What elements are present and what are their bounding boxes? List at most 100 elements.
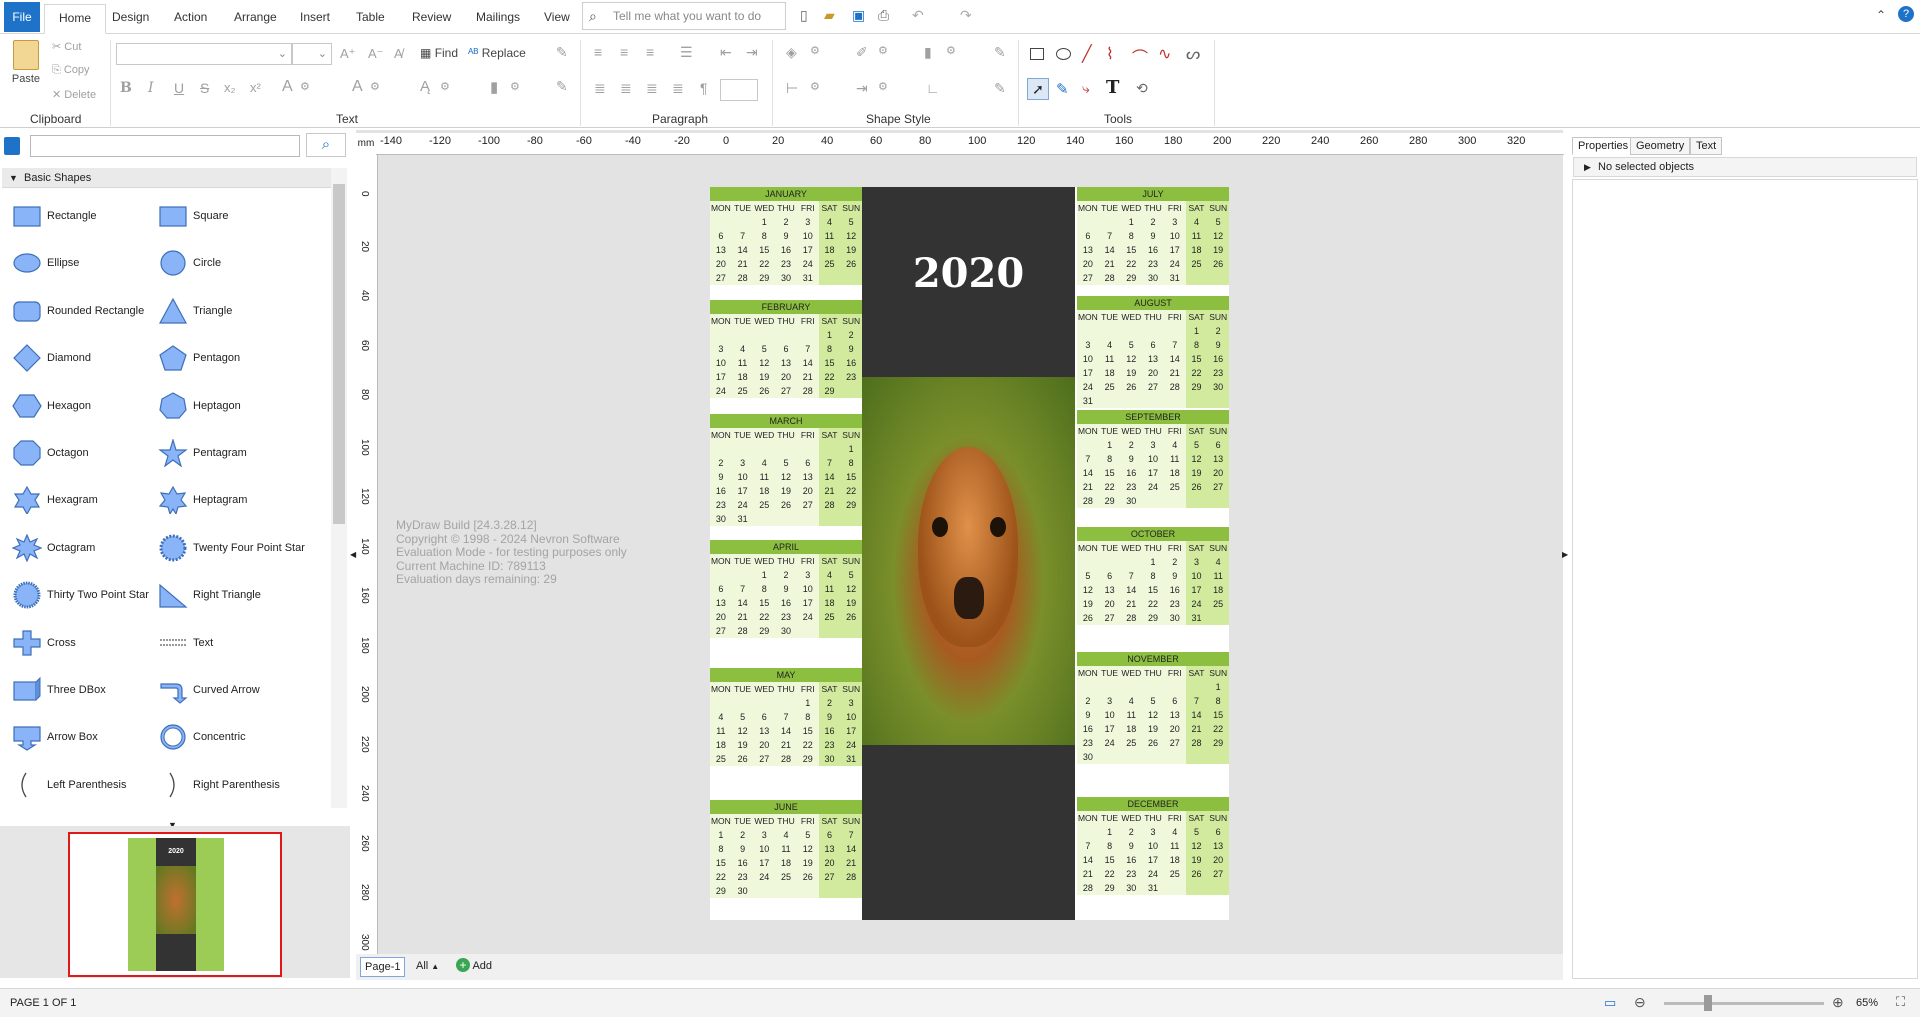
gear-icon[interactable]: ⚙ [878,44,888,57]
library-search-input[interactable] [30,135,300,157]
save-icon[interactable]: ▣ [852,7,865,24]
library-shape[interactable]: Heptagon [148,384,288,428]
tab-geometry[interactable]: Geometry [1630,137,1691,155]
font-color-icon[interactable]: A [282,78,293,96]
page-thumbnail[interactable]: 2020 [68,832,282,977]
cut-button[interactable]: ✂ Cut [52,40,81,53]
library-shape[interactable]: Thirty Two Point Star [2,573,149,617]
library-shape[interactable]: Octagon [2,431,142,475]
library-shape[interactable]: Hexagon [2,384,142,428]
corner-icon[interactable]: ∟ [926,80,940,96]
pointer-tool-icon[interactable]: ➚ [1027,78,1049,100]
font-family-select[interactable]: ⌄ [116,43,292,65]
subscript-icon[interactable]: x₂ [224,80,236,95]
tell-me-search[interactable]: ⌕ Tell me what you want to do [582,2,786,30]
tab-text[interactable]: Text [1690,137,1723,155]
fullscreen-icon[interactable]: ⛶ [1896,994,1905,1010]
zoom-in-icon[interactable]: ⊕ [1832,994,1844,1011]
begin-arrow-icon[interactable]: ⊢ [786,80,798,97]
new-document-icon[interactable]: ▯ [800,7,808,24]
gear-icon[interactable]: ⚙ [300,80,310,93]
open-folder-icon[interactable]: ▰ [824,7,835,24]
library-shape[interactable]: Square [148,194,288,238]
rectangle-tool-icon[interactable] [1030,48,1044,60]
replace-button[interactable]: ᴬᴮ Replace [468,46,526,60]
collapse-left-icon[interactable]: ◀ [350,550,356,559]
font-size-select[interactable]: ⌄ [292,43,332,65]
zoom-slider[interactable] [1664,1002,1824,1005]
text-style-icon[interactable]: ✎ [556,78,568,95]
library-shape[interactable]: Hexagram [2,478,142,522]
ellipse-tool-icon[interactable] [1056,48,1071,60]
library-shape[interactable]: Heptagram [148,478,288,522]
bold-icon[interactable]: B [120,80,132,96]
add-page-button[interactable]: + Add [456,957,492,977]
paragraph-icon[interactable]: ¶ [700,80,708,96]
increase-indent-icon[interactable]: ⇥ [746,44,758,61]
gear-icon[interactable]: ⚙ [370,80,380,93]
text-shadow-icon[interactable]: ▮ [490,78,498,96]
align-middle-icon[interactable]: ≡ [620,44,628,60]
align-right-icon[interactable]: ≣ [646,80,658,97]
tab-mailings[interactable]: Mailings [462,4,534,34]
fill-icon[interactable]: ◈ [786,44,797,61]
tab-action[interactable]: Action [160,4,221,34]
line-tool-icon[interactable]: ╱ [1082,44,1092,64]
line-spacing-select[interactable] [720,79,758,101]
tab-home[interactable]: Home [44,4,107,34]
fit-page-icon[interactable]: ▭ [1604,995,1616,1011]
gear-icon[interactable]: ⚙ [878,80,888,93]
library-scroll-thumb[interactable] [333,184,345,524]
library-shape[interactable]: Pentagon [148,336,288,380]
connector-tool-icon[interactable]: ⤷ [1082,80,1090,97]
text-effects-icon[interactable]: Ą [420,78,430,95]
pencil-tool-icon[interactable]: ✎ [1056,80,1069,98]
print-icon[interactable]: ⎙ [878,7,889,24]
search-icon[interactable]: ⌕ [306,133,346,157]
library-shape[interactable]: Rectangle [2,194,142,238]
justify-icon[interactable]: ≣ [672,80,684,97]
tab-design[interactable]: Design [98,4,163,34]
paste-button[interactable]: Paste [8,40,44,85]
library-shape[interactable]: Curved Arrow [148,668,288,712]
delete-button[interactable]: ✕ Delete [52,88,96,101]
clear-style-icon[interactable]: ✎ [994,80,1006,97]
undo-icon[interactable]: ↶ [912,7,924,24]
tab-review[interactable]: Review [398,4,465,34]
tab-table[interactable]: Table [342,4,399,34]
zoom-slider-thumb[interactable] [1704,995,1712,1011]
library-shape[interactable]: Arrow Box [2,715,142,759]
zoom-out-icon[interactable]: ⊖ [1634,994,1646,1011]
gear-icon[interactable]: ⚙ [810,44,820,57]
library-category-header[interactable]: ▼ Basic Shapes [2,168,340,188]
library-shape[interactable]: Ellipse [2,241,142,285]
lasso-tool-icon[interactable]: ⟲ [1136,80,1148,97]
strikethrough-icon[interactable]: S [200,80,209,96]
italic-icon[interactable]: I [148,80,154,96]
library-shape[interactable]: Cross [2,621,142,665]
end-arrow-icon[interactable]: ⇥ [856,80,868,97]
find-button[interactable]: ▦ Find [420,46,458,60]
collapse-right-icon[interactable]: ▶ [1562,550,1568,559]
gear-icon[interactable]: ⚙ [946,44,956,57]
tab-properties[interactable]: Properties [1572,137,1635,155]
text-tool-icon[interactable]: T [1106,77,1119,98]
decrease-indent-icon[interactable]: ⇤ [720,44,732,61]
polyline-tool-icon[interactable]: ⌇ [1106,44,1114,64]
align-bottom-icon[interactable]: ≡ [646,44,654,60]
align-center-icon[interactable]: ≣ [620,80,632,97]
clear-format-icon[interactable]: A̸ [394,46,403,61]
freehand-tool-icon[interactable]: ᔕ [1186,44,1200,64]
tab-arrange[interactable]: Arrange [220,4,291,34]
library-scrollbar[interactable] [331,168,347,808]
library-shape[interactable]: Triangle [148,289,288,333]
page-tab-active[interactable]: Page-1 [360,957,406,977]
all-pages-button[interactable]: All ▲ [416,957,439,977]
align-left-icon[interactable]: ≣ [594,80,606,97]
underline-icon[interactable]: U [174,80,184,96]
library-shape[interactable]: Right Triangle [148,573,288,617]
gear-icon[interactable]: ⚙ [440,80,450,93]
library-shape[interactable]: Text [148,621,288,665]
copy-button[interactable]: ⎘ Copy [52,64,90,77]
library-shape[interactable]: Pentagram [148,431,288,475]
